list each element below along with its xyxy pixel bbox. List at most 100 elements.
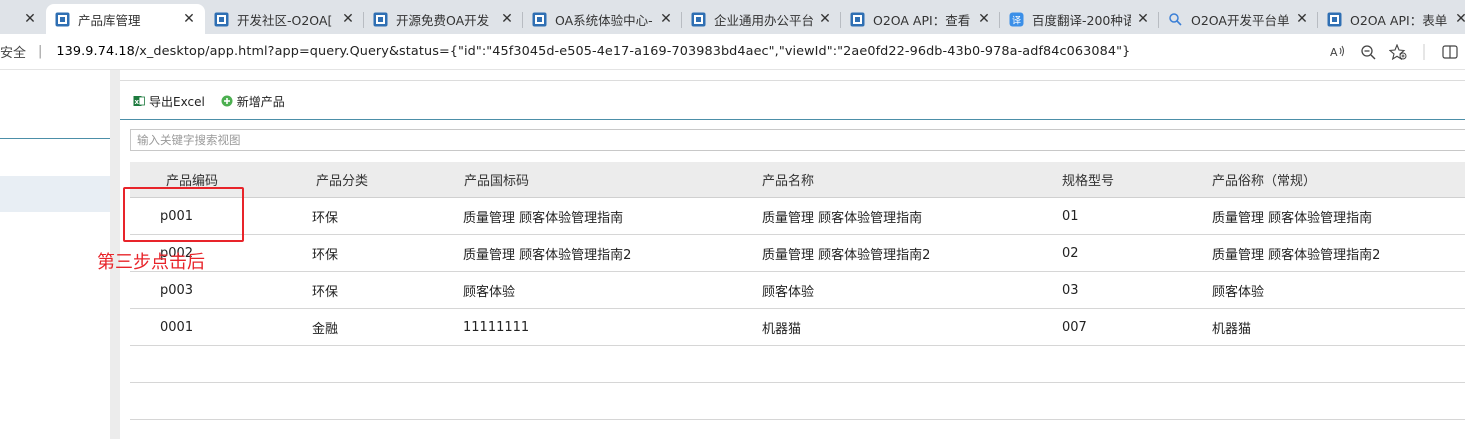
table-cell: 0001	[160, 319, 194, 335]
table-cell: 顾客体验	[1212, 284, 1265, 300]
close-icon[interactable]: ✕	[817, 11, 833, 27]
table-cell: 质量管理 顾客体验管理指南2	[463, 247, 632, 263]
add-product-label: 新增产品	[236, 94, 285, 109]
export-excel-button[interactable]: x 导出Excel	[133, 93, 205, 110]
table-cell: 机器猫	[1212, 321, 1252, 337]
search-icon	[1167, 11, 1183, 27]
url-path: /x_desktop/app.html?app=query.Query&stat…	[134, 44, 1131, 59]
tab-title: O2OA API：查看	[873, 12, 971, 28]
column-header[interactable]: 规格型号	[1062, 170, 1114, 189]
close-icon[interactable]: ✕	[1135, 11, 1151, 27]
table-cell: 03	[1062, 282, 1079, 298]
browser-tab[interactable]: 译百度翻译-200种语 ✕	[1000, 4, 1159, 34]
table-cell: p003	[160, 282, 194, 298]
svg-text:译: 译	[1012, 15, 1021, 26]
tab-title: OA系统体验中心-	[555, 12, 653, 28]
url-host: 139.9.74.18	[56, 44, 135, 59]
left-nav-selected-item[interactable]	[0, 176, 110, 212]
browser-tab[interactable]: 开发社区-O2OA[ ✕	[205, 4, 364, 34]
table-cell: 质量管理 顾客体验管理指南2	[762, 247, 931, 263]
table-cell: 007	[1062, 319, 1087, 335]
tab-title: O2OA API：表单	[1350, 12, 1448, 28]
table-row	[130, 346, 1465, 383]
tab-title: 企业通用办公平台	[714, 12, 813, 28]
close-icon[interactable]: ✕	[340, 11, 356, 27]
browser-tab[interactable]: OA系统体验中心- ✕	[523, 4, 682, 34]
split-screen-icon[interactable]	[1435, 45, 1465, 59]
table-cell: 顾客体验	[762, 284, 815, 300]
o2oa-page-icon	[54, 11, 70, 27]
security-label[interactable]: 安全	[0, 42, 26, 61]
tab-title: O2OA开发平台单	[1191, 12, 1290, 28]
left-nav-panel	[0, 70, 110, 439]
close-icon[interactable]: ✕	[658, 11, 674, 27]
o2oa-page-icon	[372, 11, 388, 27]
add-circle-icon	[221, 95, 233, 107]
add-favorite-icon[interactable]	[1383, 44, 1413, 60]
column-header[interactable]: 产品俗称（常规）	[1212, 170, 1316, 189]
table-cell: 质量管理 顾客体验管理指南	[762, 210, 923, 226]
close-icon[interactable]: ✕	[976, 11, 992, 27]
table-row[interactable]: p003 环保 顾客体验 顾客体验 03 顾客体验	[130, 272, 1465, 309]
browser-tab[interactable]: ✕	[0, 4, 46, 34]
tab-title: 产品库管理	[78, 12, 141, 28]
table-cell: 01	[1062, 208, 1079, 224]
add-product-button[interactable]: 新增产品	[221, 93, 285, 110]
address-divider: |	[38, 44, 43, 59]
o2oa-page-icon	[849, 11, 865, 27]
table-cell: 环保	[312, 247, 339, 263]
read-aloud-icon[interactable]: A	[1323, 45, 1353, 59]
table-cell: 金融	[312, 321, 339, 337]
table-cell: 质量管理 顾客体验管理指南	[463, 210, 624, 226]
export-excel-label: 导出Excel	[149, 94, 205, 109]
excel-icon: x	[133, 95, 145, 107]
table-row[interactable]: p001 环保 质量管理 顾客体验管理指南 质量管理 顾客体验管理指南 01 质量管理 顾…	[130, 198, 1465, 235]
close-icon[interactable]: ✕	[499, 11, 515, 27]
browser-tab[interactable]: 企业通用办公平台 ✕	[682, 4, 841, 34]
table-cell: 质量管理 顾客体验管理指南	[1212, 210, 1373, 226]
view-search-input[interactable]: 输入关键字搜索视图	[130, 129, 1465, 151]
zoom-out-icon[interactable]	[1353, 44, 1383, 60]
annotation-text: 第三步点击后	[97, 252, 205, 273]
table-row[interactable]: 0001 金融 11111111 机器猫 007 机器猫	[130, 309, 1465, 346]
tab-title: 开源免费OA开发	[396, 12, 490, 28]
toolbar-divider	[1413, 44, 1435, 60]
table-cell: 环保	[312, 210, 339, 226]
table-cell: 顾客体验	[463, 284, 516, 300]
table-cell: 11111111	[463, 319, 530, 335]
table-cell: 02	[1062, 245, 1079, 261]
close-icon[interactable]: ✕	[1294, 11, 1310, 27]
browser-tab[interactable]: O2OA开发平台单 ✕	[1159, 4, 1318, 34]
address-actions: A	[1323, 34, 1465, 70]
annotation-highlight-box	[123, 187, 244, 242]
tab-title: 开发社区-O2OA[	[237, 12, 333, 28]
content-top-border	[120, 80, 1465, 81]
column-header[interactable]: 产品国标码	[464, 170, 529, 189]
table-row[interactable]: p002 环保 质量管理 顾客体验管理指南2 质量管理 顾客体验管理指南2 02 质量管理…	[130, 235, 1465, 272]
o2oa-page-icon	[531, 11, 547, 27]
table-cell: 机器猫	[762, 321, 802, 337]
table-cell: 环保	[312, 284, 339, 300]
table-header-row: 产品编码 产品分类 产品国标码 产品名称 规格型号 产品俗称（常规）	[130, 162, 1465, 198]
url-text[interactable]: 139.9.74.18/x_desktop/app.html?app=query…	[56, 44, 1130, 59]
o2oa-page-icon	[690, 11, 706, 27]
table-cell: 质量管理 顾客体验管理指南2	[1212, 247, 1381, 263]
browser-tab[interactable]: O2OA API：查看 ✕	[841, 4, 1000, 34]
table-row	[130, 383, 1465, 420]
close-icon[interactable]: ✕	[1453, 11, 1465, 27]
o2oa-page-icon	[1326, 11, 1342, 27]
column-header[interactable]: 产品名称	[762, 170, 814, 189]
view-toolbar: x 导出Excel 新增产品	[133, 92, 301, 110]
column-header[interactable]: 产品分类	[316, 170, 368, 189]
browser-tab[interactable]: 开源免费OA开发 ✕	[364, 4, 523, 34]
close-icon[interactable]: ✕	[22, 11, 38, 27]
browser-tab[interactable]: 产品库管理 ✕	[46, 4, 205, 34]
toolbar-divider-line	[120, 119, 1465, 120]
svg-text:A: A	[1330, 46, 1338, 59]
browser-tab[interactable]: O2OA API：表单 ✕	[1318, 4, 1465, 34]
address-bar[interactable]: 安全 | 139.9.74.18/x_desktop/app.html?app=…	[0, 34, 1465, 70]
svg-text:x: x	[135, 98, 140, 106]
translate-icon: 译	[1008, 11, 1024, 27]
close-icon[interactable]: ✕	[181, 11, 197, 27]
tab-title: 百度翻译-200种语	[1032, 12, 1131, 28]
